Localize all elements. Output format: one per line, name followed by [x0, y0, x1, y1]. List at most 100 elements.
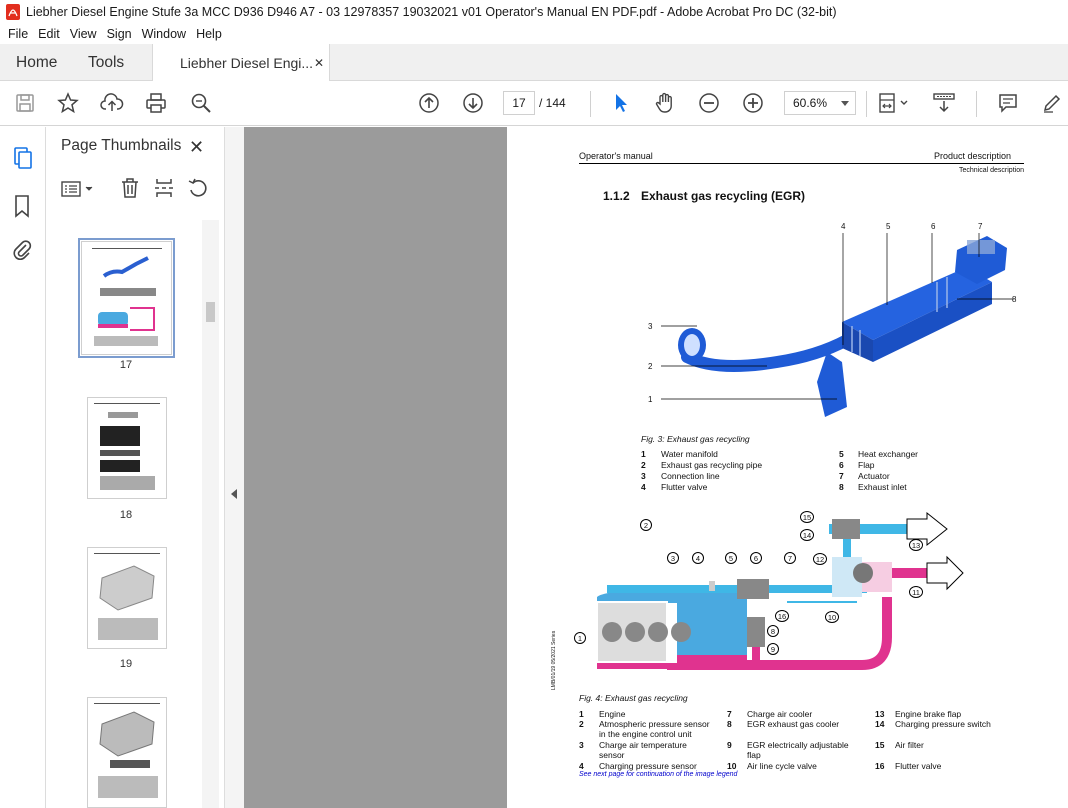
- thumbnail-page-19[interactable]: [87, 547, 167, 649]
- menu-sign[interactable]: Sign: [107, 27, 132, 41]
- title-bar: Liebher Diesel Engine Stufe 3a MCC D936 …: [0, 0, 1068, 24]
- header-right: Product description: [934, 151, 1012, 161]
- callout-label: 2: [648, 362, 653, 371]
- fig4-legend: 1 Engine 2 Atmospheric pressure sensor in …: [579, 709, 1039, 779]
- thumbnail-page-18[interactable]: [87, 397, 167, 499]
- legend-text: Engine: [599, 709, 626, 719]
- legend-text: Air line cycle valve: [747, 761, 817, 771]
- legend-text: Connection line: [661, 471, 720, 481]
- rotate-icon[interactable]: [187, 177, 209, 202]
- thumbnail-page-20[interactable]: [87, 697, 167, 808]
- menu-edit[interactable]: Edit: [38, 27, 60, 41]
- header-sub: Technical description: [959, 167, 1024, 174]
- scroll-mode-icon[interactable]: [930, 89, 958, 117]
- leader-lines: [661, 233, 1013, 400]
- select-arrow-icon[interactable]: [607, 89, 635, 117]
- tab-tools[interactable]: Tools: [88, 44, 124, 81]
- legend-text: Exhaust gas recycling pipe: [661, 460, 763, 470]
- fit-page-icon[interactable]: [874, 89, 914, 117]
- zoom-search-icon[interactable]: [187, 89, 215, 117]
- bookmark-icon[interactable]: [11, 193, 33, 222]
- bookmark-star-icon[interactable]: [54, 89, 82, 117]
- section-title: Exhaust gas recycling (EGR): [641, 189, 806, 203]
- extract-pages-icon[interactable]: [153, 177, 175, 202]
- legend-text: Actuator: [858, 471, 890, 481]
- toolbar: 17 / 144 60.6%: [0, 81, 1068, 126]
- legend-text: Flap: [858, 460, 875, 470]
- thumbnail-page-17[interactable]: [78, 238, 175, 358]
- comment-icon[interactable]: [994, 89, 1022, 117]
- menu-file[interactable]: File: [8, 27, 28, 41]
- tab-document-label: Liebher Diesel Engi...: [180, 55, 314, 71]
- legend-number: 7: [839, 471, 844, 481]
- thumbnail-scrollbar[interactable]: [202, 220, 219, 808]
- legend-number: 1: [641, 449, 646, 459]
- callout-label: 5: [725, 552, 737, 564]
- thumbnail-options-icon[interactable]: [61, 179, 97, 202]
- legend-row: 3 Connection line: [641, 471, 841, 482]
- fig4-caption: Fig. 4: Exhaust gas recycling: [579, 693, 688, 703]
- menu-view[interactable]: View: [70, 27, 97, 41]
- header-rule: [579, 163, 1024, 164]
- callout-label: 3: [648, 322, 653, 331]
- zoom-value: 60.6%: [793, 96, 828, 110]
- legend-text: Flutter valve: [661, 482, 708, 492]
- thumbnail-label: 18: [119, 509, 133, 521]
- print-icon[interactable]: [142, 89, 170, 117]
- callout-label: 6: [750, 552, 762, 564]
- page-up-icon[interactable]: [415, 89, 443, 117]
- document-area: Operator's manual Product description Te…: [244, 127, 1068, 808]
- zoom-out-icon[interactable]: [695, 89, 723, 117]
- legend-text: Charge air cooler: [747, 709, 813, 719]
- delete-icon[interactable]: [119, 177, 141, 202]
- tab-home[interactable]: Home: [16, 44, 57, 81]
- legend-number: 14: [875, 719, 885, 729]
- page-number-input[interactable]: 17: [503, 91, 535, 115]
- attachment-icon[interactable]: [11, 237, 33, 266]
- page-down-icon[interactable]: [459, 89, 487, 117]
- zoom-in-icon[interactable]: [739, 89, 767, 117]
- callout-label: 1: [574, 632, 586, 644]
- pen-icon[interactable]: [1038, 89, 1066, 117]
- legend-number: 9: [727, 740, 732, 750]
- page-thumbnails-icon[interactable]: [9, 145, 35, 174]
- legend-row: 5 Heat exchanger: [839, 449, 959, 460]
- close-icon[interactable]: ✕: [189, 137, 204, 158]
- scrollbar-thumb[interactable]: [206, 302, 215, 322]
- callout-label: 10: [825, 611, 839, 623]
- legend-row: 6 Flap: [839, 460, 959, 471]
- chevron-left-icon: [231, 489, 237, 499]
- legend-row: 8 Exhaust inlet: [839, 482, 959, 493]
- legend-number: 8: [727, 719, 732, 729]
- margin-code: LMB/01/19 05/2021 Series: [551, 630, 557, 690]
- toolbar-divider: [976, 91, 977, 117]
- legend-text: Water manifold: [661, 449, 718, 459]
- egr-schematic: [596, 511, 964, 670]
- callout-label: 4: [692, 552, 704, 564]
- menu-help[interactable]: Help: [196, 27, 222, 41]
- hand-icon[interactable]: [651, 89, 679, 117]
- upload-icon[interactable]: [98, 89, 126, 117]
- left-nav-rail: [0, 127, 46, 808]
- legend-row: 1 Water manifold: [641, 449, 841, 460]
- legend-number: 8: [839, 482, 844, 492]
- tab-document[interactable]: Liebher Diesel Engi... ✕: [152, 44, 330, 82]
- callout-label: 7: [784, 552, 796, 564]
- menu-window[interactable]: Window: [142, 27, 186, 41]
- legend-number: 5: [839, 449, 844, 459]
- header-left: Operator's manual: [579, 151, 653, 161]
- zoom-select[interactable]: 60.6%: [784, 91, 856, 115]
- legend-text: Charge air temperature sensor: [599, 740, 687, 760]
- legend-number: 4: [579, 761, 584, 771]
- legend-number: 7: [727, 709, 732, 719]
- legend-text: EGR exhaust gas cooler: [747, 719, 840, 729]
- legend-number: 2: [579, 719, 584, 729]
- callout-label: 3: [667, 552, 679, 564]
- callout-label: 16: [775, 610, 789, 622]
- legend-row: 2 Exhaust gas recycling pipe: [641, 460, 841, 471]
- collapse-panel-button[interactable]: [224, 127, 244, 808]
- legend-text: Heat exchanger: [858, 449, 919, 459]
- legend-number: 2: [641, 460, 646, 470]
- tab-close-icon[interactable]: ✕: [314, 56, 324, 70]
- save-icon[interactable]: [11, 89, 39, 117]
